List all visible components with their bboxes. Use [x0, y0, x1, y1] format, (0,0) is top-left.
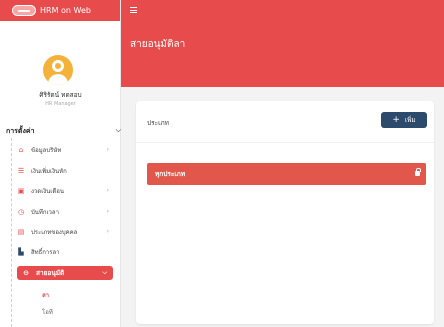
- user-head-icon: [52, 60, 64, 72]
- card-icon: ▤: [17, 228, 25, 236]
- chevron-right-icon: ›: [106, 228, 109, 235]
- settings-section-title: การตั้งค่า: [6, 127, 35, 135]
- sub-item-leave[interactable]: ลา: [42, 290, 49, 300]
- plus-icon: +: [392, 114, 400, 125]
- sidebar-item-leave-rights[interactable]: ▙ สิทธิ์การลา: [17, 245, 115, 259]
- lock-icon: [415, 168, 421, 176]
- minus-circle-icon: ⊖: [23, 269, 29, 277]
- approval-row-all-types[interactable]: ทุกประเภท: [147, 163, 426, 185]
- add-button[interactable]: + เพิ่ม: [381, 112, 427, 128]
- sidebar-item-company[interactable]: ⌂ ข้อมูลบริษัท ›: [17, 143, 115, 157]
- user-name: ศิริรัตน์ ทดสอบ: [39, 91, 82, 99]
- sub-item-ot[interactable]: โอที: [42, 307, 53, 317]
- chevron-down-icon: ⌵: [115, 126, 121, 134]
- user-body-icon: [48, 74, 68, 85]
- document-icon: ▙: [18, 248, 24, 256]
- sidebar-item-label: บันทึกเวลา: [31, 209, 59, 216]
- sidebar-item-payroll-period[interactable]: ▣ งวดเงินเดือน ›: [17, 184, 115, 198]
- app-name: HRM on Web: [40, 6, 91, 15]
- card-body: ทุกประเภท: [136, 143, 434, 324]
- user-role: HR Manager: [45, 101, 76, 107]
- sidebar-item-label: สิทธิ์การลา: [31, 249, 60, 256]
- title-strip: สายอนุมัติลา: [121, 21, 444, 87]
- card-header: ประเภท + เพิ่ม: [136, 101, 434, 143]
- sidebar-item-person-type[interactable]: ▤ ประเภทของบุคคล ›: [17, 225, 115, 239]
- money-icon: ▣: [17, 187, 25, 195]
- topbar: [121, 0, 444, 21]
- hamburger-menu-icon[interactable]: [130, 7, 137, 13]
- row-label: ทุกประเภท: [155, 170, 186, 178]
- brand-bar: HRM on Web: [0, 0, 120, 21]
- approval-card: ประเภท + เพิ่ม ทุกประเภท: [136, 101, 434, 324]
- tree-line: [11, 138, 12, 327]
- chevron-down-icon: ⌵: [102, 269, 107, 276]
- page-title: สายอนุมัติลา: [130, 39, 186, 50]
- sidebar-item-allowance[interactable]: ☰ เงินเพิ่มเงินหัก: [17, 164, 115, 178]
- sidebar-item-label: สายอนุมัติ: [36, 269, 65, 277]
- sidebar-item-label: ประเภทของบุคคล: [31, 229, 78, 236]
- sidebar-item-label: งวดเงินเดือน: [31, 188, 64, 195]
- sidebar-item-label: เงินเพิ่มเงินหัก: [31, 168, 67, 175]
- list-icon: ☰: [17, 167, 25, 175]
- chevron-right-icon: ›: [106, 208, 109, 215]
- type-label: ประเภท: [147, 119, 169, 127]
- sidebar-item-approval-chain[interactable]: ⊖ สายอนุมัติ ⌵: [17, 266, 113, 280]
- sidebar-item-label: ข้อมูลบริษัท: [31, 147, 62, 154]
- clock-icon: ◷: [17, 208, 25, 216]
- avatar[interactable]: [43, 55, 73, 85]
- chevron-right-icon: ›: [106, 146, 109, 153]
- home-icon: ⌂: [18, 146, 24, 154]
- settings-section-toggle[interactable]: การตั้งค่า ⌵: [6, 126, 121, 137]
- chevron-right-icon: ›: [106, 187, 109, 194]
- add-button-label: เพิ่ม: [404, 116, 416, 124]
- brand-logo: [12, 5, 36, 16]
- sidebar-item-time-record[interactable]: ◷ บันทึกเวลา ›: [17, 205, 115, 219]
- sidebar: HRM on Web ศิริรัตน์ ทดสอบ HR Manager กา…: [0, 0, 121, 327]
